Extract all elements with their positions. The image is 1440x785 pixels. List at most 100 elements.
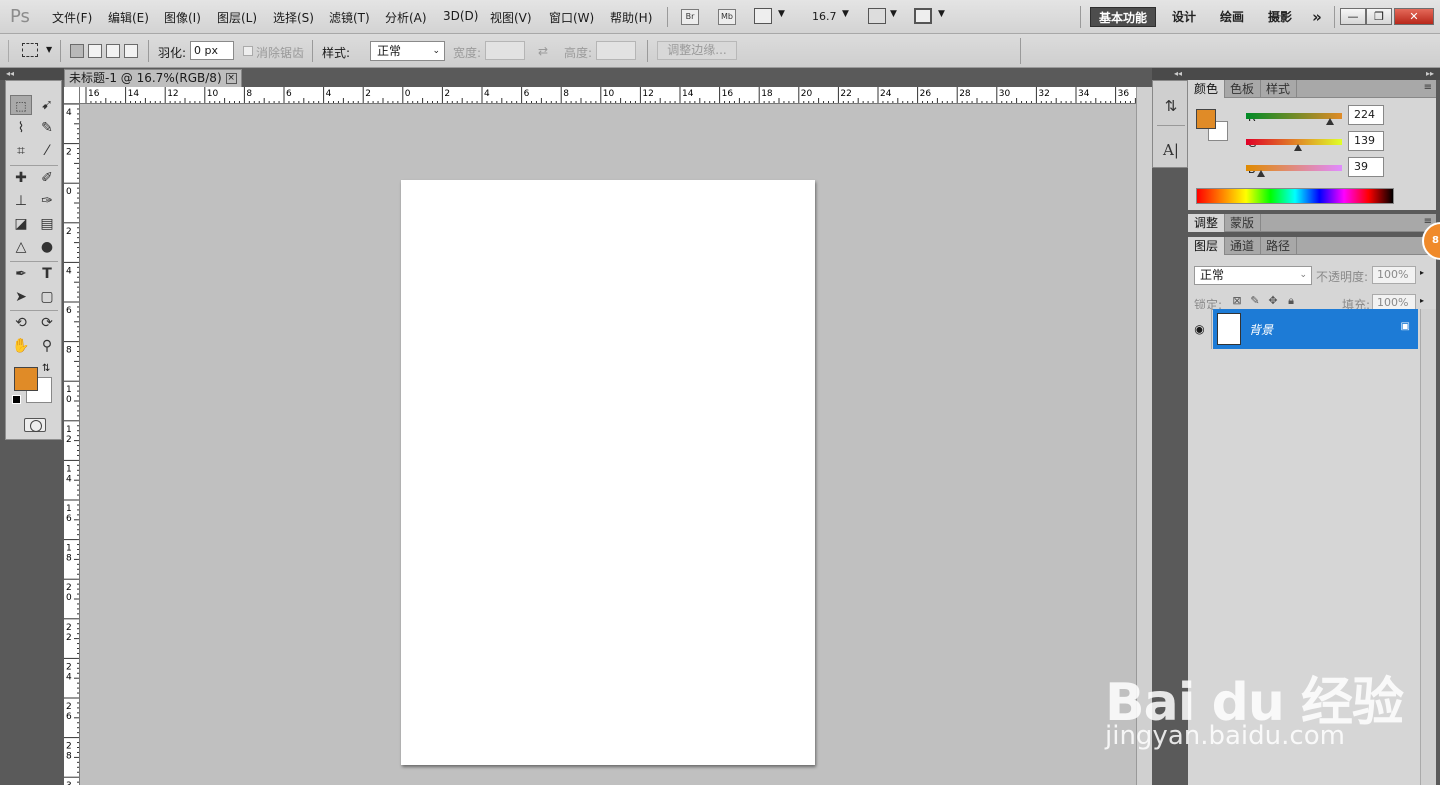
panel-menu-icon[interactable]: ≡ <box>1424 82 1432 93</box>
tab-styles[interactable]: 样式 <box>1260 80 1298 98</box>
chevron-down-icon[interactable]: ▼ <box>842 9 849 19</box>
tab-layers[interactable]: 图层 <box>1188 237 1226 255</box>
more-workspaces-button[interactable]: » <box>1306 7 1328 27</box>
feather-input[interactable]: 0 px <box>190 41 234 60</box>
document-tab[interactable]: 未标题-1 @ 16.7%(RGB/8) × <box>64 69 242 87</box>
color-spectrum-bar[interactable] <box>1196 188 1394 204</box>
crop-tool-icon[interactable]: ⌗ <box>10 141 32 161</box>
marquee-tool-icon[interactable]: ⬚ <box>10 95 32 115</box>
workspace-photography[interactable]: 摄影 <box>1262 7 1298 27</box>
shape-tool-icon[interactable]: ▢ <box>36 287 58 307</box>
toolbox-collapse-bar[interactable]: ◂◂ <box>0 68 64 80</box>
lock-all-icon[interactable]: 🔒︎ <box>1284 294 1298 308</box>
mini-bridge-button[interactable]: Mb <box>718 9 736 25</box>
3d-rotate-tool-icon[interactable]: ⟲ <box>10 313 32 333</box>
height-input[interactable] <box>596 41 636 60</box>
lock-position-icon[interactable]: ✥ <box>1266 294 1280 308</box>
lasso-tool-icon[interactable]: ⌇ <box>10 118 32 138</box>
menu-edit[interactable]: 编辑(E) <box>108 9 149 26</box>
document-canvas[interactable] <box>401 180 815 765</box>
menu-file[interactable]: 文件(F) <box>52 9 92 26</box>
screen-mode-icon[interactable] <box>914 8 932 24</box>
width-input[interactable] <box>485 41 525 60</box>
menu-filter[interactable]: 滤镜(T) <box>329 9 370 26</box>
swap-dimensions-icon[interactable]: ⇄ <box>538 44 548 58</box>
type-tool-icon[interactable]: T <box>36 264 58 284</box>
layers-scrollbar[interactable] <box>1420 309 1436 785</box>
move-tool-icon[interactable]: ➹ <box>36 95 58 115</box>
menu-3d[interactable]: 3D(D) <box>443 9 478 23</box>
history-panel-icon[interactable]: ⇅ <box>1159 95 1183 117</box>
channel-b-value[interactable]: 39 <box>1348 157 1384 177</box>
panels-collapse-bar[interactable]: ▸▸ <box>1188 68 1440 80</box>
dodge-tool-icon[interactable]: ● <box>36 237 58 257</box>
brush-tool-icon[interactable]: ✐ <box>36 168 58 188</box>
channel-g-thumb[interactable] <box>1294 144 1303 151</box>
dock-collapse-bar[interactable]: ◂◂ <box>1152 68 1188 80</box>
pen-tool-icon[interactable]: ✒ <box>10 264 32 284</box>
channel-r-slider[interactable] <box>1246 113 1342 125</box>
menu-window[interactable]: 窗口(W) <box>549 9 594 26</box>
channel-g-value[interactable]: 139 <box>1348 131 1384 151</box>
canvas-area[interactable] <box>80 104 1136 785</box>
arrange-documents-icon[interactable] <box>868 8 886 24</box>
opacity-arrow-icon[interactable]: ▸ <box>1420 268 1424 277</box>
style-select[interactable]: 正常 ⌄ <box>370 41 445 61</box>
channel-b-slider[interactable] <box>1246 165 1342 177</box>
chevron-down-icon[interactable]: ▼ <box>938 9 945 19</box>
visibility-eye-icon[interactable]: ◉ <box>1188 309 1212 349</box>
vertical-ruler[interactable]: 4202468101214161820222426283 <box>64 104 80 785</box>
close-tab-icon[interactable]: × <box>225 73 237 84</box>
menu-analysis[interactable]: 分析(A) <box>385 9 427 26</box>
refine-edge-button[interactable]: 调整边缘... <box>657 41 737 60</box>
tab-adjustments[interactable]: 调整 <box>1188 214 1226 232</box>
minimize-button[interactable]: — <box>1340 8 1366 25</box>
channel-b-thumb[interactable] <box>1256 170 1265 177</box>
healing-brush-tool-icon[interactable]: ✚ <box>10 168 32 188</box>
chevron-down-icon[interactable]: ▼ <box>778 9 785 19</box>
zoom-tool-icon[interactable]: ⚲ <box>36 336 58 356</box>
menu-layer[interactable]: 图层(L) <box>217 9 257 26</box>
tab-channels[interactable]: 通道 <box>1224 237 1262 255</box>
lock-image-icon[interactable]: ✎ <box>1248 294 1262 308</box>
clone-stamp-tool-icon[interactable]: ⊥ <box>10 191 32 211</box>
layer-row[interactable]: ◉ 背景 ▣ <box>1188 309 1418 349</box>
horizontal-ruler[interactable]: 16 14 12 10 8 6 4 2 0 2 4 6 8 10 12 14 16 18 20 22 24 26 28 30 3… <box>80 87 1136 104</box>
channel-r-thumb[interactable] <box>1326 118 1335 125</box>
menu-image[interactable]: 图像(I) <box>164 9 201 26</box>
blur-tool-icon[interactable]: △ <box>10 237 32 257</box>
foreground-color-swatch[interactable] <box>14 367 38 391</box>
hand-tool-icon[interactable]: ✋ <box>10 336 32 356</box>
bridge-button[interactable]: Br <box>681 9 699 25</box>
chevron-down-icon[interactable]: ▼ <box>890 9 897 19</box>
fill-arrow-icon[interactable]: ▸ <box>1420 296 1424 305</box>
workspace-painting[interactable]: 绘画 <box>1214 7 1250 27</box>
extras-icon[interactable] <box>754 8 772 24</box>
gradient-tool-icon[interactable]: ▤ <box>36 214 58 234</box>
opacity-value[interactable]: 100% <box>1372 266 1416 284</box>
zoom-level[interactable]: 16.7 <box>812 10 837 23</box>
3d-orbit-tool-icon[interactable]: ⟳ <box>36 313 58 333</box>
menu-view[interactable]: 视图(V) <box>490 9 532 26</box>
tab-color[interactable]: 颜色 <box>1188 80 1226 98</box>
quick-mask-icon[interactable] <box>24 418 46 432</box>
close-window-button[interactable]: ✕ <box>1394 8 1434 25</box>
new-selection-icon[interactable] <box>70 44 84 58</box>
ruler-origin[interactable] <box>64 87 80 104</box>
eraser-tool-icon[interactable]: ◪ <box>10 214 32 234</box>
menu-help[interactable]: 帮助(H) <box>610 9 652 26</box>
channel-g-slider[interactable] <box>1246 139 1342 151</box>
character-panel-icon[interactable]: A| <box>1159 139 1183 161</box>
lock-transparent-icon[interactable]: ⊠ <box>1230 294 1244 308</box>
blend-mode-select[interactable]: 正常 ⌄ <box>1194 266 1312 285</box>
eyedropper-tool-icon[interactable]: ⁄ <box>36 141 58 161</box>
default-colors-icon[interactable] <box>12 395 21 404</box>
antialias-checkbox[interactable] <box>243 46 253 56</box>
swap-colors-icon[interactable]: ⇅ <box>42 363 50 374</box>
layer-row-body[interactable]: 背景 ▣ <box>1213 309 1418 349</box>
color-panel-foreground-swatch[interactable] <box>1196 109 1216 129</box>
menu-select[interactable]: 选择(S) <box>273 9 314 26</box>
add-selection-icon[interactable] <box>88 44 102 58</box>
layer-name[interactable]: 背景 <box>1249 321 1273 338</box>
tab-paths[interactable]: 路径 <box>1260 237 1298 255</box>
